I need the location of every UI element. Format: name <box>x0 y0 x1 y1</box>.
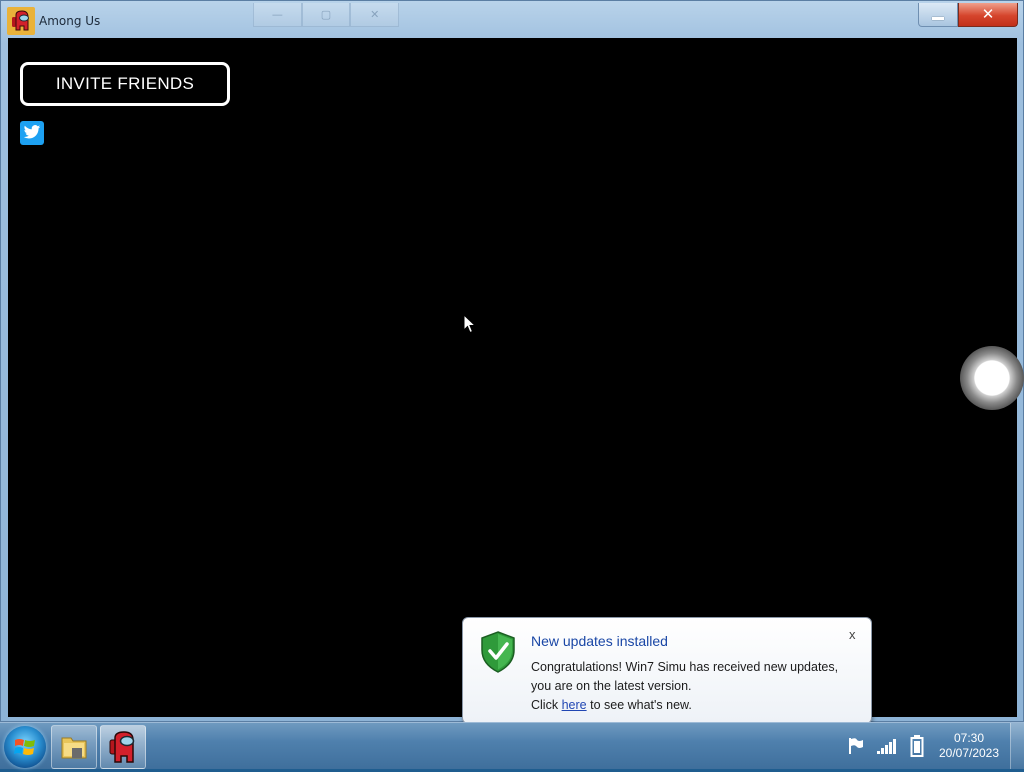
virtual-joystick[interactable] <box>960 346 1024 410</box>
minimize-button[interactable] <box>918 3 958 27</box>
title-bar[interactable]: Among Us — ▢ ✕ ✕ <box>1 1 1023 37</box>
notification-click-prefix: Click <box>531 698 559 712</box>
ghost-maximize-icon: ▢ <box>301 3 351 27</box>
close-icon: ✕ <box>981 5 995 23</box>
start-button[interactable] <box>4 726 46 768</box>
security-shield-check-icon <box>481 631 515 673</box>
close-button[interactable]: ✕ <box>958 3 1018 27</box>
ghost-window-controls: — ▢ ✕ <box>253 3 400 27</box>
clock-date: 20/07/2023 <box>938 746 1000 760</box>
folder-icon <box>61 737 87 759</box>
windows-logo-icon <box>14 739 35 755</box>
notification-click-suffix: to see what's new. <box>590 698 692 712</box>
notification-close-button[interactable]: x <box>849 627 856 642</box>
notification-message: Congratulations! Win7 Simu has received … <box>531 660 839 693</box>
mouse-cursor-icon <box>463 314 477 334</box>
taskbar-among-us[interactable] <box>100 725 146 769</box>
signal-icon[interactable] <box>876 737 898 755</box>
app-window: Among Us — ▢ ✕ ✕ INVITE FRIENDS <box>0 0 1024 722</box>
minimize-icon <box>932 17 944 20</box>
ghost-close-icon: ✕ <box>350 3 400 27</box>
show-desktop-button[interactable] <box>1010 723 1024 769</box>
among-us-taskbar-icon <box>109 731 135 763</box>
system-clock[interactable]: 07:30 20/07/2023 <box>932 731 1006 761</box>
notification-title: New updates installed <box>531 633 668 649</box>
action-center-flag-icon[interactable] <box>847 737 865 755</box>
update-notification[interactable]: New updates installed x Congratulations!… <box>462 617 872 724</box>
taskbar: 07:30 20/07/2023 <box>0 722 1024 769</box>
notification-link[interactable]: here <box>562 698 587 712</box>
invite-friends-button[interactable]: INVITE FRIENDS <box>20 62 230 106</box>
taskbar-file-explorer[interactable] <box>51 725 97 769</box>
clock-time: 07:30 <box>953 731 985 745</box>
battery-icon[interactable] <box>910 735 924 757</box>
game-viewport[interactable]: INVITE FRIENDS <box>8 38 1017 717</box>
window-title: Among Us <box>39 14 101 28</box>
twitter-icon[interactable] <box>20 121 44 145</box>
ghost-minimize-icon: — <box>253 3 302 27</box>
notification-link-line: Click here to see what's new. <box>531 696 861 715</box>
among-us-app-icon <box>7 7 35 35</box>
notification-body: Congratulations! Win7 Simu has received … <box>531 658 861 715</box>
